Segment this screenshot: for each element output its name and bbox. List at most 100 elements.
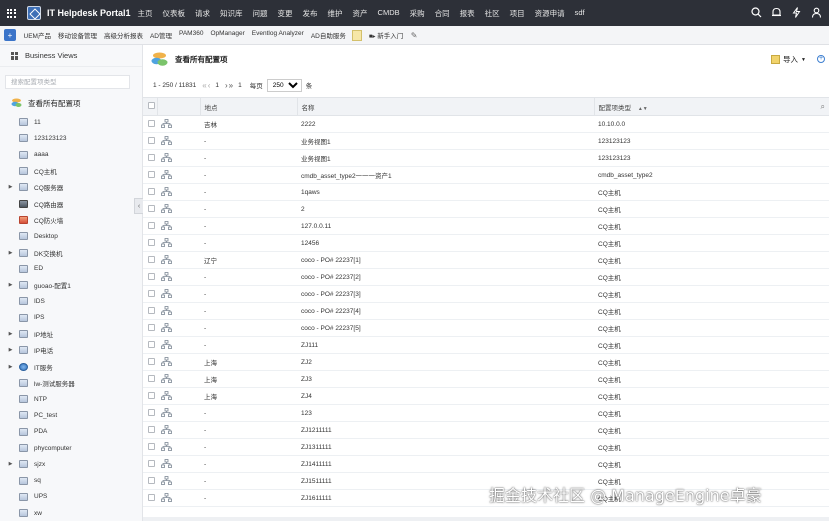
table-row[interactable]: - 1qaws CQ主机 — [143, 184, 829, 201]
search-icon[interactable] — [750, 6, 763, 19]
relationship-map-icon[interactable] — [161, 254, 172, 264]
sidebar-ci-type-item[interactable]: IDS — [0, 293, 142, 309]
sidebar-ci-type-item[interactable]: CQ主机 — [0, 163, 142, 179]
table-row[interactable]: - ZJ111 CQ主机 — [143, 337, 829, 354]
toolbar-link[interactable]: AD自助服务 — [307, 30, 349, 40]
sidebar-ci-type-item[interactable]: 11 — [0, 114, 142, 130]
sidebar-ci-type-item[interactable]: ▶ sjzx — [0, 456, 142, 472]
relationship-map-icon[interactable] — [161, 356, 172, 366]
row-checkbox[interactable] — [148, 476, 155, 484]
column-search-icon[interactable]: ⌕ — [821, 102, 825, 112]
nav-item[interactable]: 合同 — [430, 8, 455, 19]
table-row[interactable]: 吉林 2222 10.10.0.0 — [143, 116, 829, 133]
product-switcher-icon[interactable]: + — [4, 29, 16, 41]
lightning-icon[interactable] — [790, 6, 803, 19]
relationship-map-icon[interactable] — [161, 118, 172, 128]
business-views-header[interactable]: Business Views — [0, 45, 142, 67]
row-checkbox[interactable] — [148, 119, 155, 127]
relationship-map-icon[interactable] — [161, 152, 172, 162]
toolbar-link[interactable]: PAM360 — [175, 30, 206, 40]
cell-name[interactable]: 1qaws — [297, 184, 594, 201]
row-checkbox[interactable] — [148, 459, 155, 467]
sort-icon[interactable]: ▲▼ — [638, 106, 648, 112]
toolbar-link[interactable]: AD管理 — [146, 30, 175, 40]
edit-pencil-icon[interactable]: ✎ — [411, 31, 418, 40]
column-header-ci-type[interactable]: 配置项类型 ▲▼ ⌕ — [593, 97, 829, 116]
note-icon[interactable] — [352, 29, 363, 41]
user-icon[interactable] — [810, 6, 823, 19]
sidebar-ci-type-item[interactable]: ▶ IT服务 — [0, 358, 142, 374]
relationship-map-icon[interactable] — [161, 458, 172, 468]
relationship-map-icon[interactable] — [161, 339, 172, 349]
table-row[interactable]: - 127.0.0.11 CQ主机 — [143, 218, 829, 235]
relationship-map-icon[interactable] — [161, 288, 172, 298]
row-checkbox[interactable] — [148, 442, 155, 450]
import-button[interactable]: 导入 ▼ — [771, 54, 806, 65]
relationship-map-icon[interactable] — [161, 271, 172, 281]
toolbar-link[interactable]: OpManager — [207, 30, 248, 40]
nav-item[interactable]: 发布 — [298, 8, 323, 19]
sidebar-ci-type-item[interactable]: ▶ IP地址 — [0, 326, 142, 342]
sidebar-ci-type-item[interactable]: CQ防火墙 — [0, 212, 142, 228]
nav-item[interactable]: 请求 — [190, 8, 215, 19]
row-checkbox[interactable] — [148, 391, 155, 399]
relationship-map-icon[interactable] — [161, 186, 172, 196]
table-row[interactable]: - 2 CQ主机 — [143, 201, 829, 218]
collapse-sidebar-button[interactable]: ‹ — [134, 198, 143, 214]
nav-item[interactable]: 维护 — [323, 8, 348, 19]
cell-name[interactable]: 业务视图1 — [297, 133, 594, 150]
row-checkbox[interactable] — [148, 374, 155, 382]
toolbar-link[interactable]: 移动设备管理 — [54, 30, 100, 40]
table-row[interactable]: - coco - PO# 22237[4] CQ主机 — [143, 303, 829, 320]
cell-name[interactable]: coco - PO# 22237[4] — [297, 303, 594, 320]
table-row[interactable]: - 12456 CQ主机 — [143, 235, 829, 252]
sidebar-ci-type-item[interactable]: ▶ guoao-配置1 — [0, 277, 142, 293]
table-row[interactable]: 辽宁 coco - PO# 22237[1] CQ主机 — [143, 252, 829, 269]
row-checkbox[interactable] — [148, 204, 155, 212]
table-row[interactable]: - coco - PO# 22237[3] CQ主机 — [143, 286, 829, 303]
table-row[interactable]: - ZJ1411111 CQ主机 — [143, 456, 829, 473]
column-header-location[interactable]: 地点 — [199, 97, 297, 116]
ci-type-search-input[interactable] — [5, 75, 130, 89]
relationship-map-icon[interactable] — [161, 135, 172, 145]
row-checkbox[interactable] — [148, 272, 155, 280]
relationship-map-icon[interactable] — [161, 220, 172, 230]
next-last-page-icon[interactable]: ›» — [225, 81, 234, 90]
expand-arrow-icon[interactable]: ▶ — [6, 364, 15, 370]
sidebar-ci-type-item[interactable]: aaaa — [0, 147, 142, 163]
relationship-map-icon[interactable] — [161, 424, 172, 434]
nav-item[interactable]: 项目 — [505, 8, 530, 19]
relationship-map-icon[interactable] — [161, 305, 172, 315]
row-checkbox[interactable] — [148, 408, 155, 416]
relationship-map-icon[interactable] — [161, 407, 172, 417]
nav-item[interactable]: 变更 — [273, 8, 298, 19]
view-all-cis-item[interactable]: 查看所有配置项 — [0, 95, 142, 111]
row-checkbox[interactable] — [148, 289, 155, 297]
cell-name[interactable]: coco - PO# 22237[5] — [297, 320, 594, 337]
row-checkbox[interactable] — [148, 493, 155, 501]
cell-name[interactable]: coco - PO# 22237[2] — [297, 269, 594, 286]
row-checkbox[interactable] — [148, 187, 155, 195]
cell-name[interactable]: 12456 — [297, 235, 594, 252]
nav-item[interactable]: 报表 — [455, 8, 480, 19]
relationship-map-icon[interactable] — [161, 203, 172, 213]
cell-name[interactable]: coco - PO# 22237[1] — [297, 252, 594, 269]
cell-name[interactable]: 2222 — [297, 116, 594, 133]
row-checkbox[interactable] — [148, 238, 155, 246]
cell-name[interactable]: ZJ1311111 — [297, 439, 594, 456]
sidebar-ci-type-item[interactable]: PDA — [0, 424, 142, 440]
per-page-select[interactable]: 250 — [266, 78, 302, 92]
expand-arrow-icon[interactable]: ▶ — [6, 331, 15, 337]
relationship-map-icon[interactable] — [161, 322, 172, 332]
horizontal-scrollbar[interactable] — [143, 517, 829, 521]
sidebar-ci-type-item[interactable]: phycomputer — [0, 440, 142, 456]
expand-arrow-icon[interactable]: ▶ — [6, 250, 15, 256]
sidebar-ci-type-item[interactable]: ▶ DK交换机 — [0, 244, 142, 260]
relationship-map-icon[interactable] — [161, 373, 172, 383]
relationship-map-icon[interactable] — [161, 492, 172, 502]
column-header-name[interactable]: 名称 — [296, 97, 594, 116]
bell-icon[interactable] — [770, 6, 783, 19]
nav-item[interactable]: sdf — [570, 8, 590, 19]
nav-item[interactable]: 主页 — [138, 8, 158, 19]
sidebar-ci-type-item[interactable]: lw-测试服务器 — [0, 375, 142, 391]
